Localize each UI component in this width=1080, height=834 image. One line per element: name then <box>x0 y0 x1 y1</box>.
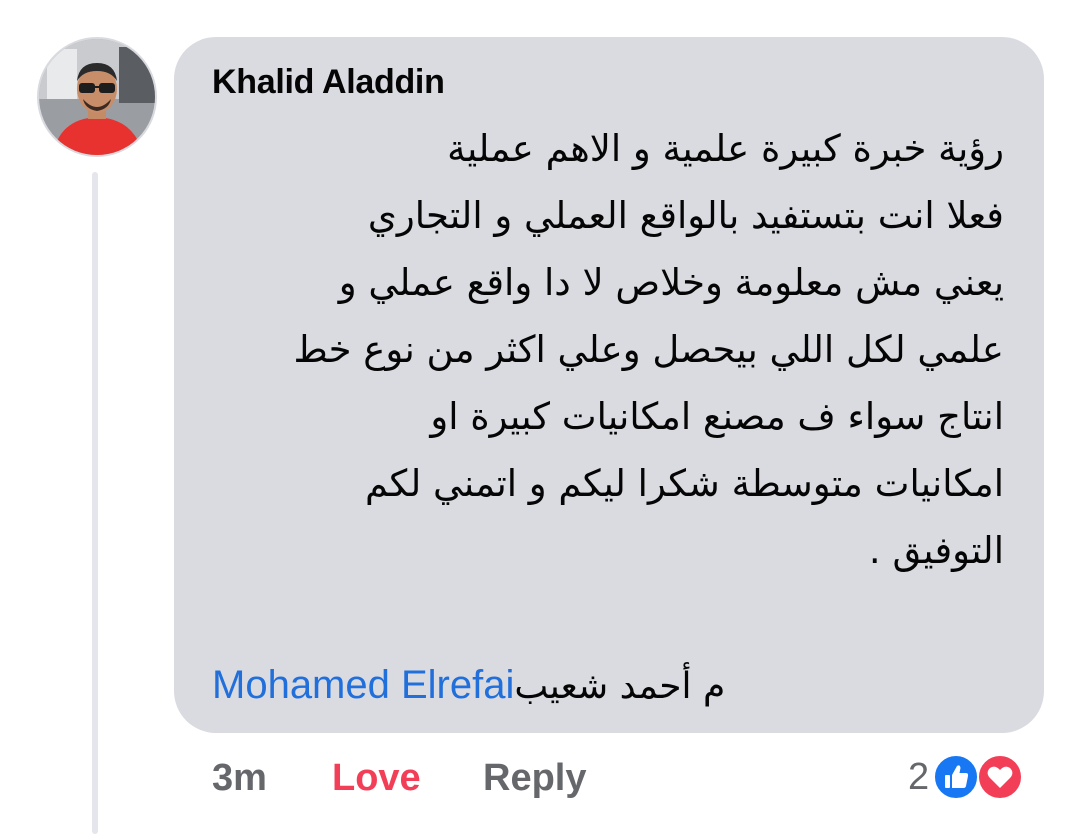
comment-author-name[interactable]: Khalid Aladdin <box>212 63 445 102</box>
comment-line: التوفيق . <box>868 529 1004 572</box>
like-icon <box>933 754 980 800</box>
comment-bubble: Khalid Aladdin رؤية خبرة كبيرة علمية و ا… <box>174 37 1044 733</box>
comment-text: رؤية خبرة كبيرة علمية و الاهم عملية فعلا… <box>204 115 1004 584</box>
comment-line: علمي لكل اللي بيحصل وعلي اكثر من نوع خط <box>293 328 1004 371</box>
comment-timestamp[interactable]: 3m <box>212 757 267 800</box>
reaction-count: 2 <box>908 755 930 798</box>
comment-line: امكانيات متوسطة شكرا ليكم و اتمني لكم <box>364 462 1004 505</box>
mention-row: Mohamed Elrefai م أحمد شعيب <box>212 659 725 713</box>
reply-button[interactable]: Reply <box>483 757 586 800</box>
comment-line: فعلا انت بتستفيد بالواقع العملي و التجار… <box>367 194 1004 237</box>
love-button[interactable]: Love <box>332 757 421 800</box>
mention-link[interactable]: Mohamed Elrefai <box>212 659 514 711</box>
reply-thread-line <box>92 172 98 834</box>
avatar[interactable] <box>37 37 157 157</box>
comment-line: يعني مش معلومة وخلاص لا دا واقع عملي و <box>338 261 1004 304</box>
reactions-summary[interactable]: 2 <box>908 750 1031 804</box>
comment-line: رؤية خبرة كبيرة علمية و الاهم عملية <box>447 127 1004 170</box>
avatar-image <box>39 39 155 155</box>
reaction-icons <box>933 750 1031 804</box>
comment-line: انتاج سواء ف مصنع امكانيات كبيرة او <box>430 395 1004 438</box>
mention-text: م أحمد شعيب <box>514 666 726 707</box>
love-icon <box>977 754 1024 800</box>
